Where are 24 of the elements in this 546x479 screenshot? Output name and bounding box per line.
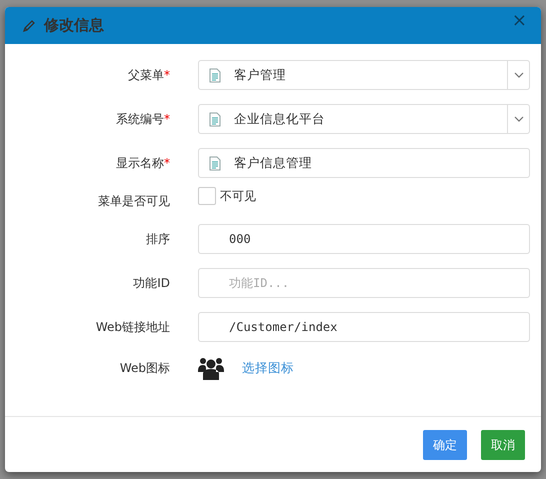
select-field[interactable]: 企业信息化平台 (198, 104, 530, 134)
field-label: 排序 (145, 231, 170, 248)
field-label: Web图标 (118, 360, 170, 377)
field-label: 父菜单* (127, 67, 170, 84)
field-label: Web链接地址 (94, 319, 170, 336)
select-field[interactable]: 客户管理 (198, 60, 530, 90)
checkbox[interactable] (198, 187, 216, 205)
dialog-title: 修改信息 (44, 15, 104, 36)
text-field[interactable]: 客户信息管理 (198, 148, 530, 178)
chevron-down-icon (514, 116, 524, 122)
document-icon (209, 68, 221, 82)
field-label: 系统编号* (115, 111, 170, 128)
pencil-icon (22, 18, 36, 32)
field-label: 功能ID (132, 275, 170, 292)
field-label: 菜单是否可见 (97, 193, 170, 210)
checkbox-label: 不可见 (220, 188, 256, 205)
text-field[interactable]: 功能ID... (198, 268, 530, 298)
document-icon (209, 156, 221, 170)
text-field[interactable]: 000 (198, 224, 530, 254)
text-field[interactable]: /Customer/index (198, 312, 530, 342)
document-icon (209, 112, 221, 126)
chevron-down-icon (514, 72, 524, 78)
field-label: 显示名称* (115, 155, 170, 172)
users-icon (198, 356, 224, 380)
